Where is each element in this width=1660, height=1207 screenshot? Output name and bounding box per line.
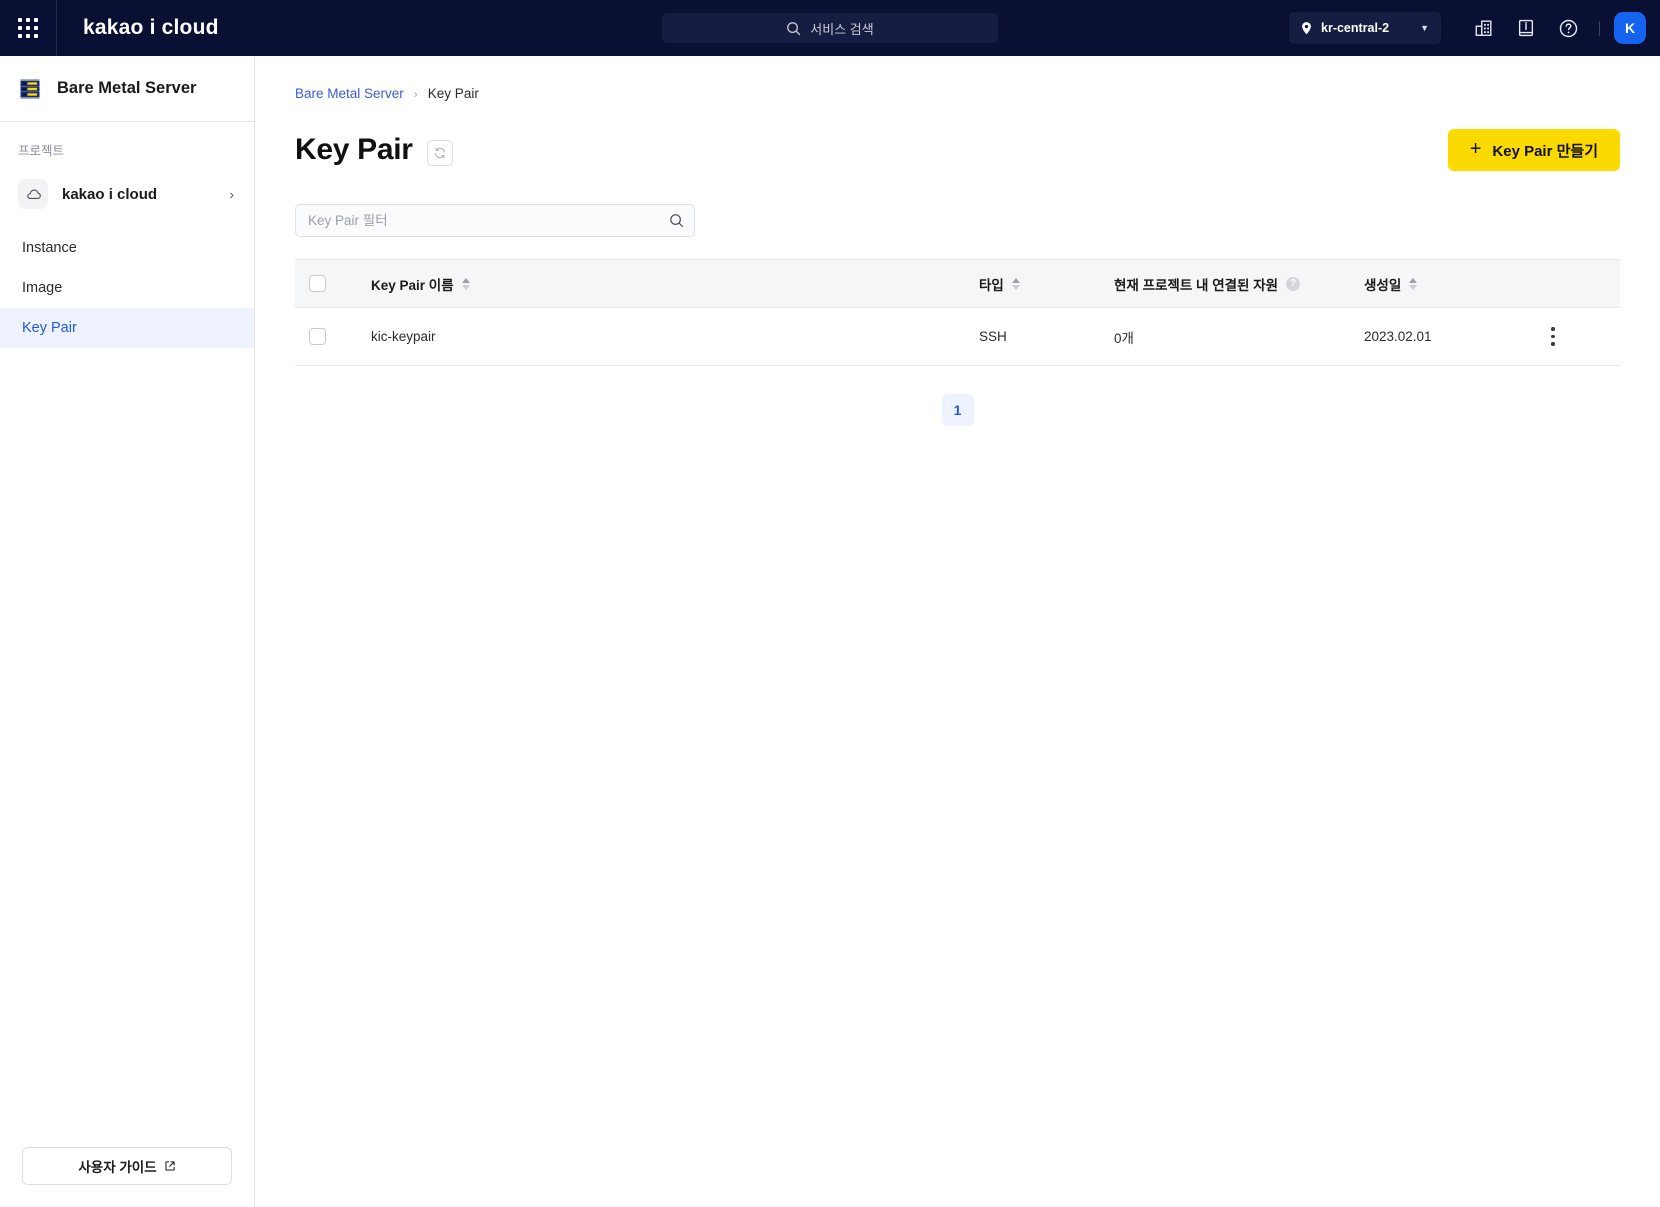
sidebar-item-key-pair[interactable]: Key Pair bbox=[0, 308, 254, 348]
user-guide-label: 사용자 가이드 bbox=[78, 1160, 157, 1175]
main-content: Bare Metal Server › Key Pair Key Pair + bbox=[255, 56, 1660, 1207]
header-label-type: 타입 bbox=[979, 277, 1004, 293]
create-key-pair-label: Key Pair 만들기 bbox=[1492, 142, 1598, 160]
refresh-icon bbox=[434, 146, 445, 159]
sidebar-menu-list: Instance Image Key Pair bbox=[0, 228, 254, 348]
table-head: Key Pair 이름 타입 현재 프로젝트 내 연결된 자원 ? 생성일 bbox=[295, 259, 1620, 308]
key-pair-table-wrapper: Key Pair 이름 타입 현재 프로젝트 내 연결된 자원 ? 생성일 ki… bbox=[255, 237, 1660, 426]
sidebar: Bare Metal Server 프로젝트 kakao i cloud › I… bbox=[0, 56, 255, 1207]
region-label: kr-central-2 bbox=[1321, 21, 1390, 35]
brand-logo[interactable]: kakao i cloud bbox=[57, 16, 219, 40]
breadcrumb-separator: › bbox=[413, 86, 418, 101]
body-area: Bare Metal Server 프로젝트 kakao i cloud › I… bbox=[0, 56, 1660, 1207]
organization-building-icon bbox=[1475, 20, 1492, 36]
service-search-button[interactable]: 서비스 검색 bbox=[662, 13, 998, 43]
select-all-checkbox[interactable] bbox=[309, 275, 326, 292]
service-search-placeholder: 서비스 검색 bbox=[810, 21, 874, 37]
header-label-created: 생성일 bbox=[1364, 277, 1402, 293]
sidebar-item-instance[interactable]: Instance bbox=[0, 228, 254, 268]
table-row[interactable]: kic-keypair SSH 0개 2023.02.01 bbox=[295, 307, 1620, 366]
project-name: kakao i cloud bbox=[62, 185, 158, 203]
breadcrumb-root-link[interactable]: Bare Metal Server bbox=[295, 86, 404, 101]
location-pin-icon bbox=[1302, 21, 1311, 34]
cell-type: SSH bbox=[979, 307, 1114, 366]
sort-toggle-name[interactable] bbox=[461, 277, 470, 290]
cloud-icon bbox=[18, 179, 48, 209]
organization-button[interactable] bbox=[1463, 7, 1505, 49]
chevron-down-icon: ▼ bbox=[1420, 23, 1429, 33]
header-label-name: Key Pair 이름 bbox=[371, 277, 454, 293]
sidebar-service-header: Bare Metal Server bbox=[0, 56, 254, 122]
header-label-resources: 현재 프로젝트 내 연결된 자원 bbox=[1114, 277, 1279, 293]
top-header: kakao i cloud 서비스 검색 kr-central-2 ▼ K bbox=[0, 0, 1660, 56]
server-rack-icon bbox=[20, 78, 40, 99]
refresh-button[interactable] bbox=[426, 139, 453, 166]
search-icon[interactable] bbox=[669, 213, 684, 228]
pagination: 1 bbox=[295, 366, 1620, 426]
key-pair-table: Key Pair 이름 타입 현재 프로젝트 내 연결된 자원 ? 생성일 ki… bbox=[295, 259, 1620, 366]
page-button-1[interactable]: 1 bbox=[941, 394, 974, 426]
table-header-row: Key Pair 이름 타입 현재 프로젝트 내 연결된 자원 ? 생성일 bbox=[295, 259, 1620, 308]
sidebar-item-label: Instance bbox=[22, 240, 77, 256]
table-body: kic-keypair SSH 0개 2023.02.01 bbox=[295, 307, 1620, 366]
header-cell-select-all bbox=[295, 259, 371, 308]
sidebar-item-label: Key Pair bbox=[22, 320, 77, 336]
app-root: kakao i cloud 서비스 검색 kr-central-2 ▼ K Ba… bbox=[0, 0, 1660, 1207]
key-pair-filter[interactable] bbox=[295, 204, 695, 237]
sort-toggle-type[interactable] bbox=[1011, 277, 1020, 290]
search-input[interactable] bbox=[308, 213, 669, 228]
sidebar-service-title: Bare Metal Server bbox=[57, 79, 197, 97]
row-checkbox[interactable] bbox=[309, 328, 326, 345]
cell-select bbox=[295, 307, 371, 366]
page-title: Key Pair bbox=[295, 133, 413, 166]
header-right-cluster: kr-central-2 ▼ K bbox=[1289, 7, 1660, 49]
region-selector[interactable]: kr-central-2 ▼ bbox=[1289, 12, 1441, 44]
header-cell-actions bbox=[1539, 259, 1620, 308]
sidebar-item-label: Image bbox=[22, 280, 63, 296]
help-button[interactable] bbox=[1547, 7, 1589, 49]
sidebar-nav: 프로젝트 kakao i cloud › Instance Image Key … bbox=[0, 122, 254, 1133]
help-tooltip-icon[interactable]: ? bbox=[1286, 276, 1301, 291]
avatar[interactable]: K bbox=[1614, 12, 1646, 44]
app-grid-button[interactable] bbox=[0, 0, 56, 56]
manual-button[interactable] bbox=[1505, 7, 1547, 49]
header-cell-type[interactable]: 타입 bbox=[979, 259, 1114, 308]
header-icon-divider bbox=[1599, 20, 1600, 36]
cell-resources: 0개 bbox=[1114, 307, 1364, 366]
breadcrumb-current: Key Pair bbox=[427, 86, 479, 101]
sort-toggle-created[interactable] bbox=[1409, 277, 1418, 290]
project-selector[interactable]: kakao i cloud › bbox=[6, 172, 248, 216]
chevron-right-icon: › bbox=[229, 186, 234, 202]
help-circle-icon bbox=[1559, 19, 1577, 37]
breadcrumb: Bare Metal Server › Key Pair bbox=[255, 56, 1660, 101]
filter-row bbox=[255, 171, 1660, 237]
sidebar-item-image[interactable]: Image bbox=[0, 268, 254, 308]
cell-name: kic-keypair bbox=[371, 307, 979, 366]
manual-book-icon bbox=[1518, 19, 1534, 37]
create-key-pair-button[interactable]: + Key Pair 만들기 bbox=[1447, 129, 1620, 171]
sidebar-project-label: 프로젝트 bbox=[18, 144, 65, 158]
header-cell-resources: 현재 프로젝트 내 연결된 자원 ? bbox=[1114, 259, 1364, 308]
cell-created: 2023.02.01 bbox=[1364, 307, 1539, 366]
user-guide-button[interactable]: 사용자 가이드 bbox=[22, 1147, 232, 1185]
plus-icon: + bbox=[1469, 138, 1482, 160]
kebab-menu-icon[interactable] bbox=[1539, 321, 1567, 352]
external-link-icon bbox=[165, 1161, 175, 1171]
header-cell-created[interactable]: 생성일 bbox=[1364, 259, 1539, 308]
sidebar-footer: 사용자 가이드 bbox=[0, 1133, 254, 1207]
search-icon bbox=[787, 21, 801, 35]
cell-actions bbox=[1539, 307, 1620, 366]
page-title-row: Key Pair + Key Pair 만들기 bbox=[255, 101, 1660, 171]
header-cell-name[interactable]: Key Pair 이름 bbox=[371, 259, 979, 308]
grid-apps-icon bbox=[18, 18, 38, 38]
